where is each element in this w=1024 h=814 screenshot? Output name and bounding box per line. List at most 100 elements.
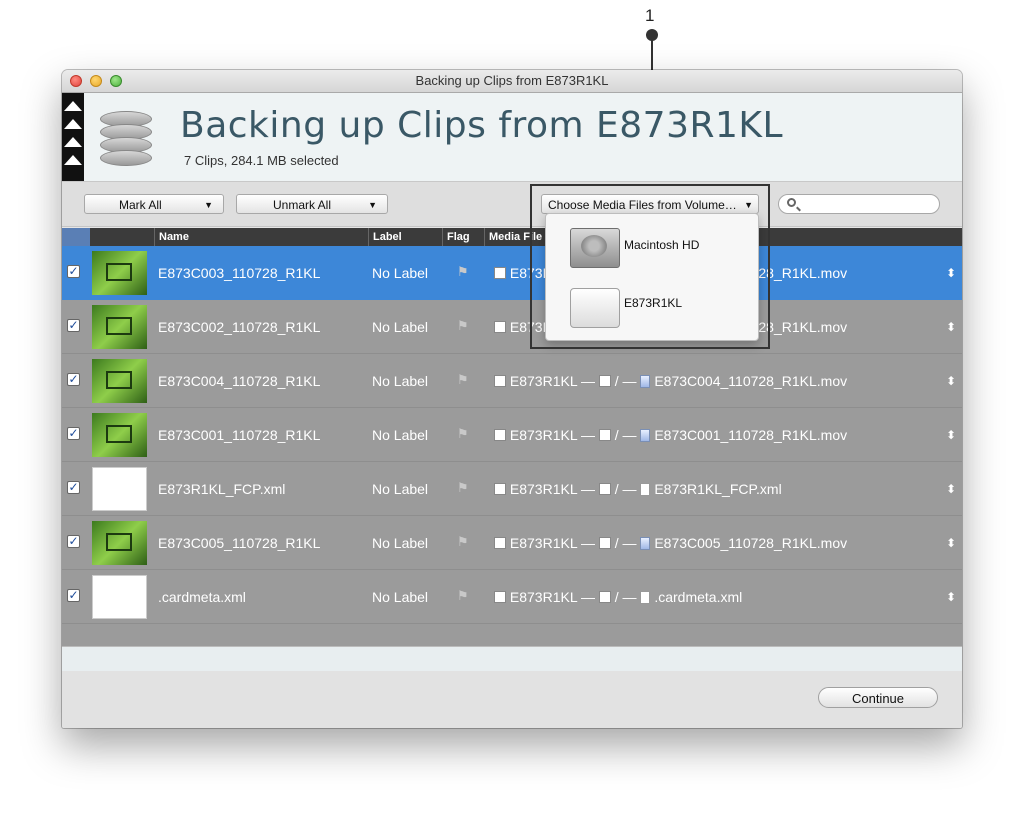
page-title: Backing up Clips from E873R1KL (180, 105, 784, 146)
clip-name: E873C001_110728_R1KL (158, 427, 321, 443)
volume-icon (494, 429, 506, 441)
media-file-name: E873C004_110728_R1KL.mov (654, 373, 848, 389)
row-checkbox[interactable]: ✓ (67, 265, 80, 278)
row-checkbox[interactable]: ✓ (67, 589, 80, 602)
clip-name: E873C004_110728_R1KL (158, 373, 321, 389)
media-file-name: E873R1KL_FCP.xml (654, 481, 782, 497)
search-icon (787, 198, 796, 207)
info-strip (62, 646, 962, 672)
volume-icon (494, 537, 506, 549)
stepper-icon[interactable]: ⬍ (946, 516, 956, 570)
select-column-header[interactable] (62, 228, 90, 246)
clip-name: E873C003_110728_R1KL (158, 265, 321, 281)
clip-label: No Label (372, 481, 429, 497)
row-checkbox[interactable]: ✓ (67, 373, 80, 386)
stepper-icon[interactable]: ⬍ (946, 246, 956, 300)
table-row[interactable]: ✓ .cardmeta.xml No Label ⚑ E873R1KL — / … (62, 570, 962, 624)
mark-all-button[interactable]: Mark All ▼ (84, 194, 224, 214)
flag-icon[interactable]: ⚑ (457, 535, 471, 549)
continue-button[interactable]: Continue (818, 687, 938, 708)
clip-name: .cardmeta.xml (158, 589, 246, 605)
stepper-icon[interactable]: ⬍ (946, 570, 956, 624)
path-separator: / — (610, 373, 641, 389)
title-bar: Backing up Clips from E873R1KL (62, 70, 962, 93)
clip-name: E873C002_110728_R1KL (158, 319, 321, 335)
table-header: Name Label Flag Media File (62, 228, 962, 246)
column-flag[interactable]: Flag (442, 228, 484, 246)
row-checkbox[interactable]: ✓ (67, 427, 80, 440)
toolbar: Mark All ▼ Unmark All ▼ Choose Media Fil… (62, 182, 962, 227)
row-checkbox[interactable]: ✓ (67, 535, 80, 548)
unmark-all-label: Unmark All (273, 198, 332, 212)
clip-thumbnail (92, 521, 147, 565)
stepper-icon[interactable]: ⬍ (946, 354, 956, 408)
clip-label: No Label (372, 265, 429, 281)
media-file-name: E873C005_110728_R1KL.mov (654, 535, 848, 551)
path-separator: / — (610, 535, 641, 551)
selection-summary: 7 Clips, 284.1 MB selected (184, 153, 339, 168)
stepper-icon[interactable]: ⬍ (946, 300, 956, 354)
clip-thumbnail (92, 305, 147, 349)
flag-icon[interactable]: ⚑ (457, 319, 471, 333)
volume-icon (494, 591, 506, 603)
column-label[interactable]: Label (368, 228, 442, 246)
flag-icon[interactable]: ⚑ (457, 589, 471, 603)
media-file-name: E873C001_110728_R1KL.mov (654, 427, 848, 443)
clip-label: No Label (372, 589, 429, 605)
document-thumbnail (92, 575, 147, 619)
backup-window: Backing up Clips from E873R1KL Backing u… (62, 70, 962, 728)
flag-icon[interactable]: ⚑ (457, 265, 471, 279)
volume-name: E873R1KL — (509, 589, 599, 605)
clapperboard-icon (62, 93, 84, 181)
zoom-window-button[interactable] (110, 75, 122, 87)
volume-icon (494, 267, 506, 279)
search-input[interactable] (778, 194, 940, 214)
mark-all-label: Mark All (119, 198, 162, 212)
table-row[interactable]: ✓ E873C005_110728_R1KL No Label ⚑ E873R1… (62, 516, 962, 570)
callout-number: 1 (645, 6, 655, 25)
database-icon (100, 111, 152, 167)
close-window-button[interactable] (70, 75, 82, 87)
clip-name: E873R1KL_FCP.xml (158, 481, 286, 497)
flag-icon[interactable]: ⚑ (457, 373, 471, 387)
folder-icon (598, 429, 611, 441)
flag-icon[interactable]: ⚑ (457, 427, 471, 441)
row-checkbox[interactable]: ✓ (67, 481, 80, 494)
media-path: E873R1KL — / — E873C005_110728_R1KL.mov (494, 516, 847, 570)
row-checkbox[interactable]: ✓ (67, 319, 80, 332)
table-row[interactable]: ✓ E873C003_110728_R1KL No Label ⚑ E873R1… (62, 246, 962, 300)
media-path: E873R1KL — / — E873C004_110728_R1KL.mov (494, 354, 847, 408)
flag-icon[interactable]: ⚑ (457, 481, 471, 495)
clip-thumbnail (92, 359, 147, 403)
table-row[interactable]: ✓ E873R1KL_FCP.xml No Label ⚑ E873R1KL —… (62, 462, 962, 516)
volume-name: E873R1KL — (509, 535, 599, 551)
chevron-down-icon: ▼ (368, 200, 377, 210)
table-row[interactable]: ✓ E873C002_110728_R1KL No Label ⚑ E873R1… (62, 300, 962, 354)
folder-icon (598, 537, 611, 549)
movie-file-icon (640, 537, 651, 550)
header-banner: Backing up Clips from E873R1KL 7 Clips, … (62, 93, 962, 182)
volume-icon (494, 321, 506, 333)
volume-icon (494, 483, 506, 495)
path-separator: / — (610, 427, 641, 443)
minimize-window-button[interactable] (90, 75, 102, 87)
clip-label: No Label (372, 373, 429, 389)
volume-icon (494, 375, 506, 387)
clip-name: E873C005_110728_R1KL (158, 535, 321, 551)
volume-name: E873R1KL — (509, 481, 599, 497)
document-thumbnail (92, 467, 147, 511)
unmark-all-button[interactable]: Unmark All ▼ (236, 194, 388, 214)
clip-list: ✓ E873C003_110728_R1KL No Label ⚑ E873R1… (62, 246, 962, 646)
folder-icon (598, 591, 611, 603)
stepper-icon[interactable]: ⬍ (946, 408, 956, 462)
column-name[interactable]: Name (154, 228, 368, 246)
stepper-icon[interactable]: ⬍ (946, 462, 956, 516)
movie-file-icon (640, 429, 651, 442)
table-row[interactable]: ✓ E873C001_110728_R1KL No Label ⚑ E873R1… (62, 408, 962, 462)
clip-label: No Label (372, 535, 429, 551)
clip-label: No Label (372, 319, 429, 335)
movie-file-icon (640, 375, 651, 388)
table-row[interactable]: ✓ E873C004_110728_R1KL No Label ⚑ E873R1… (62, 354, 962, 408)
volume-name: E873R1KL — (509, 373, 599, 389)
folder-icon (598, 483, 611, 495)
